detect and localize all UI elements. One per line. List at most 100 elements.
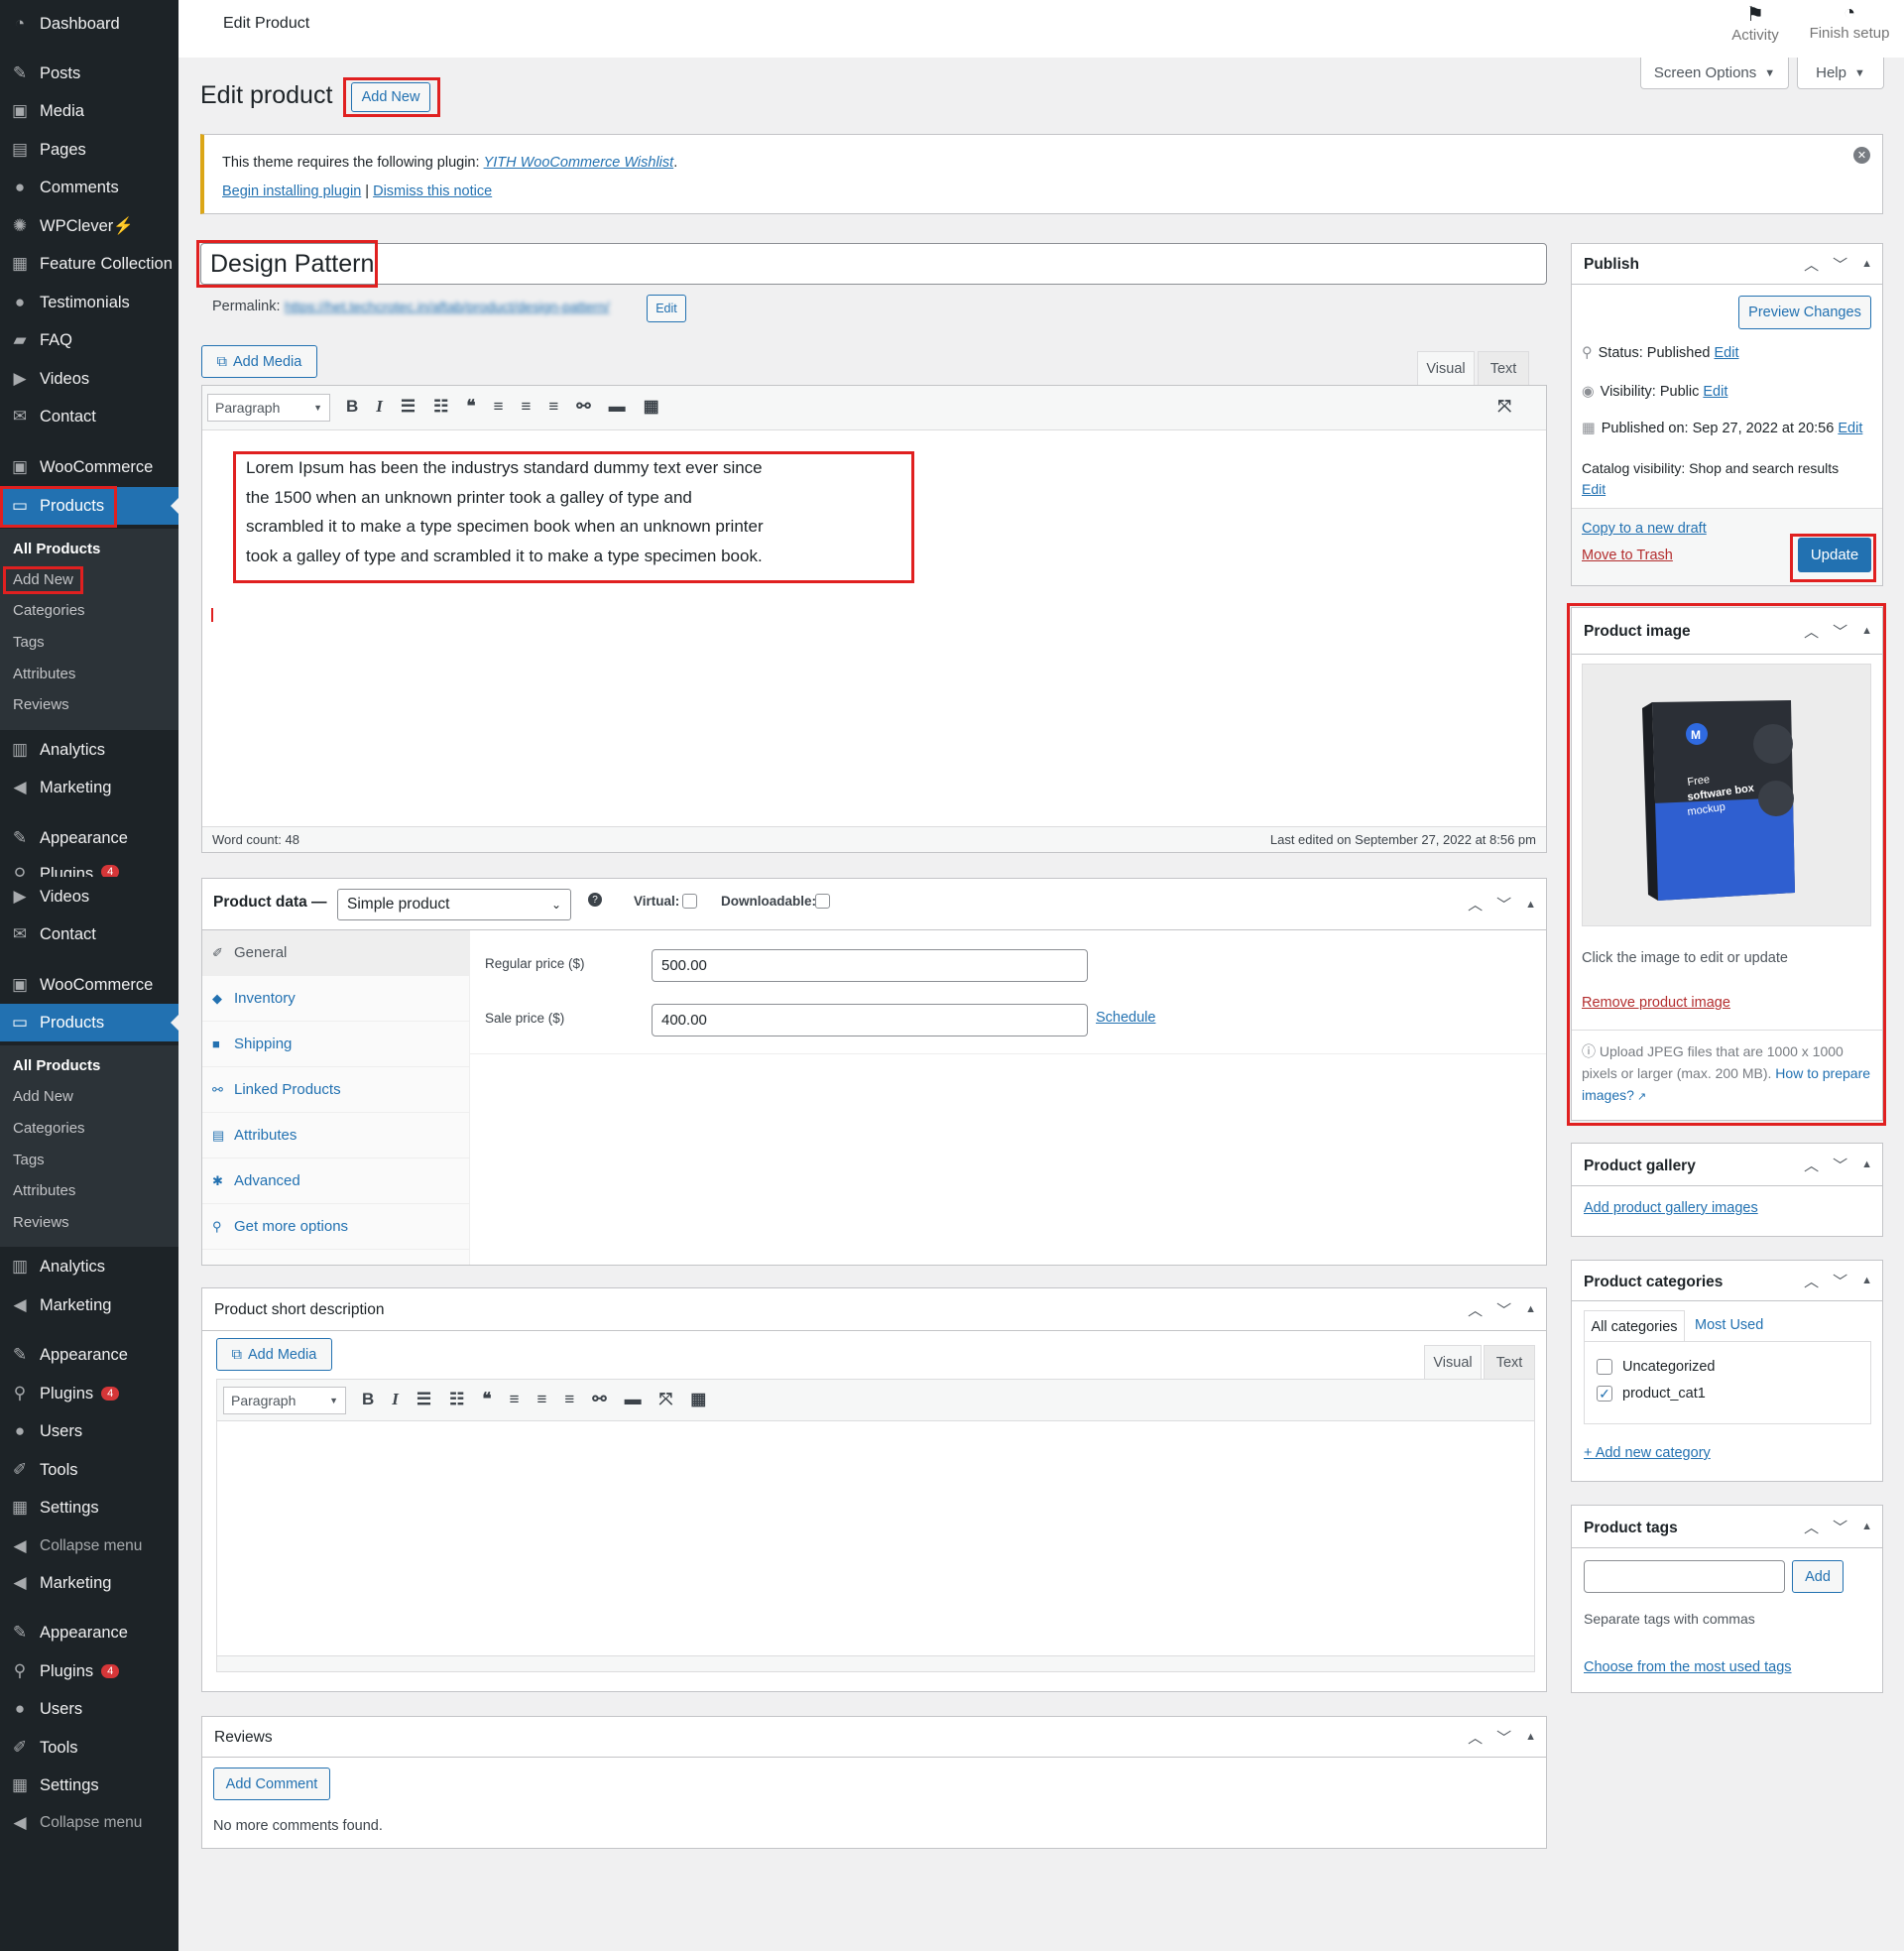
move-down-icon[interactable]: ﹀ [1496,1727,1511,1748]
tab-visual[interactable]: Visual [1417,351,1475,385]
permalink-url[interactable]: https://het.techcrotec.in/aftab/product/… [285,299,644,314]
collapse-toggle-icon[interactable]: ▲ [1525,899,1536,911]
tab-advanced[interactable]: ✱ Advanced [202,1158,470,1204]
menu-plugins[interactable]: ⚲ Plugins 4 [0,1375,178,1412]
category-product-cat1[interactable]: ✓ product_cat1 [1597,1386,1706,1402]
menu-contact-2[interactable]: ✉ Contact [0,915,178,953]
close-notice-icon[interactable]: ✕ [1853,147,1870,164]
menu-users-3[interactable]: ● Users [0,1690,178,1728]
edit-visibility-link[interactable]: Edit [1703,384,1727,400]
link-icon[interactable]: ⚯ [592,1390,606,1409]
move-up-icon[interactable]: ︿ [1804,1155,1819,1175]
finish-setup-button[interactable]: ◔ Finish setup [1805,2,1894,42]
menu-videos-2[interactable]: ▶ Videos [0,878,178,915]
menu-woocommerce-2[interactable]: ▣ WooCommerce [0,966,178,1004]
menu-appearance-2[interactable]: ✎ Appearance [0,1336,178,1374]
menu-media[interactable]: ▣ Media [0,92,178,130]
menu-collapse-3[interactable]: ◀ Collapse menu [0,1804,178,1842]
menu-settings-3[interactable]: ▦ Settings [0,1767,178,1804]
menu-contact[interactable]: ✉ Contact [0,398,178,435]
add-gallery-images-link[interactable]: Add product gallery images [1584,1200,1758,1216]
short-tab-visual[interactable]: Visual [1424,1345,1482,1379]
menu-users[interactable]: ● Users [0,1412,178,1450]
collapse-toggle-icon[interactable]: ▲ [1525,1303,1536,1315]
menu-marketing[interactable]: ◀ Marketing [0,769,178,806]
collapse-toggle-icon[interactable]: ▲ [1525,1731,1536,1743]
tab-text[interactable]: Text [1478,351,1529,385]
short-tab-text[interactable]: Text [1484,1345,1535,1379]
align-right-icon[interactable]: ≡ [548,397,558,417]
preview-changes-button[interactable]: Preview Changes [1738,296,1871,329]
add-comment-button[interactable]: Add Comment [213,1768,330,1800]
submenu-reviews[interactable]: Reviews [13,696,69,713]
tab-linked-products[interactable]: ⚯ Linked Products [202,1067,470,1113]
read-more-icon[interactable]: ▬ [625,1390,642,1409]
menu-appearance-3[interactable]: ✎ Appearance [0,1614,178,1651]
align-left-icon[interactable]: ≡ [494,397,504,417]
submenu-categories[interactable]: Categories [13,1120,85,1137]
move-to-trash-link[interactable]: Move to Trash [1582,548,1673,563]
collapse-toggle-icon[interactable]: ▲ [1861,1521,1872,1532]
align-left-icon[interactable]: ≡ [510,1390,520,1409]
blockquote-icon[interactable]: ❝ [482,1390,491,1409]
tab-get-more-options[interactable]: ⚲ Get more options [202,1204,470,1250]
move-down-icon[interactable]: ﹀ [1833,254,1847,275]
screen-options-button[interactable]: Screen Options ▼ [1640,58,1789,89]
collapse-toggle-icon[interactable]: ▲ [1861,1275,1872,1286]
read-more-icon[interactable]: ▬ [609,397,626,417]
menu-comments[interactable]: ● Comments [0,169,178,206]
dismiss-notice-link[interactable]: Dismiss this notice [373,183,492,199]
move-up-icon[interactable]: ︿ [1468,894,1483,915]
toolbar-toggle-icon[interactable]: ▦ [690,1390,706,1409]
edit-catalog-link[interactable]: Edit [1582,481,1606,497]
menu-collapse[interactable]: ◀ Collapse menu [0,1527,178,1565]
short-add-media-button[interactable]: ⧉ Add Media [216,1338,332,1371]
move-up-icon[interactable]: ︿ [1468,1299,1483,1320]
post-title-input[interactable]: Design Pattern [200,243,1547,285]
menu-woocommerce[interactable]: ▣ WooCommerce [0,448,178,486]
move-up-icon[interactable]: ︿ [1804,1517,1819,1537]
move-down-icon[interactable]: ﹀ [1833,1271,1847,1291]
product-type-select[interactable]: Simple product ⌄ [337,889,571,920]
menu-feature-collection[interactable]: ▦ Feature Collection [0,245,178,283]
menu-faq[interactable]: ▰ FAQ [0,321,178,359]
category-checkbox[interactable] [1597,1359,1612,1375]
submenu-attributes[interactable]: Attributes [13,666,75,682]
tab-all-categories[interactable]: All categories [1584,1310,1685,1342]
short-editor-resize-bar[interactable] [217,1655,1534,1671]
schedule-link[interactable]: Schedule [1096,1010,1155,1026]
category-uncategorized[interactable]: Uncategorized [1597,1359,1716,1375]
fullscreen-icon[interactable]: ⤧ [659,1390,673,1409]
align-center-icon[interactable]: ≡ [521,397,531,417]
edit-date-link[interactable]: Edit [1838,421,1862,436]
move-up-icon[interactable]: ︿ [1804,1271,1819,1291]
add-new-category-link[interactable]: + Add new category [1584,1445,1711,1461]
submenu-reviews[interactable]: Reviews [13,1214,69,1231]
toolbar-toggle-icon[interactable]: ▦ [644,397,659,417]
activity-button[interactable]: ⚑ Activity [1721,2,1790,44]
edit-status-link[interactable]: Edit [1715,345,1739,361]
menu-testimonials[interactable]: ● Testimonials [0,284,178,321]
italic-icon[interactable]: I [376,397,383,417]
sale-price-input[interactable]: 400.00 [652,1004,1088,1036]
blockquote-icon[interactable]: ❝ [466,397,475,417]
move-up-icon[interactable]: ︿ [1804,254,1819,275]
move-up-icon[interactable]: ︿ [1468,1727,1483,1748]
align-center-icon[interactable]: ≡ [536,1390,546,1409]
submenu-attributes[interactable]: Attributes [13,1182,75,1199]
fullscreen-icon[interactable]: ⤧ [1497,397,1511,417]
menu-dashboard[interactable]: ◔ Dashboard [0,5,178,43]
choose-tags-link[interactable]: Choose from the most used tags [1584,1659,1792,1675]
collapse-toggle-icon[interactable]: ▲ [1861,258,1872,270]
notice-plugin-link[interactable]: YITH WooCommerce Wishlist [484,155,674,171]
menu-marketing-2[interactable]: ◀ Marketing [0,1286,178,1324]
menu-tools[interactable]: ✐ Tools [0,1451,178,1489]
format-select[interactable]: Paragraph ▼ [207,394,330,422]
link-icon[interactable]: ⚯ [576,397,590,417]
collapse-toggle-icon[interactable]: ▲ [1861,1158,1872,1170]
submenu-all-products[interactable]: All Products [13,541,100,557]
menu-settings[interactable]: ▦ Settings [0,1489,178,1526]
move-down-icon[interactable]: ﹀ [1833,1155,1847,1175]
tab-most-used[interactable]: Most Used [1695,1317,1763,1333]
menu-plugins-cut[interactable]: ⚲ Plugins 4 [0,859,178,877]
